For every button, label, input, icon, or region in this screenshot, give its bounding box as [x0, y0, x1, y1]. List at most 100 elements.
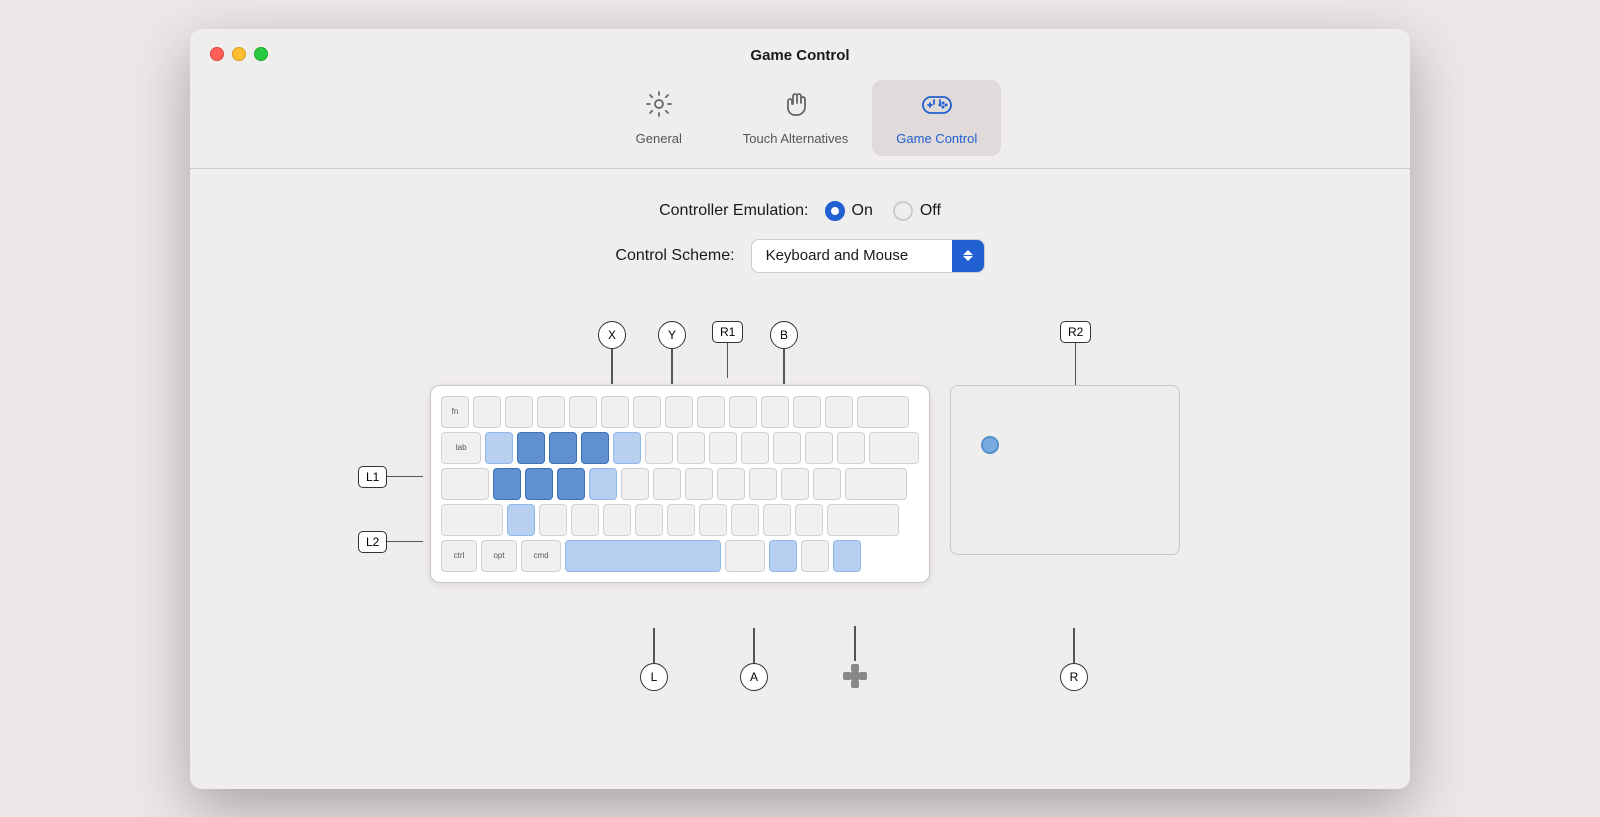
key-10[interactable]: [761, 396, 789, 428]
trackpad-cursor: [981, 436, 999, 454]
key-bracket1[interactable]: [805, 432, 833, 464]
key-n[interactable]: [667, 504, 695, 536]
maximize-button[interactable]: [254, 47, 268, 61]
minimize-button[interactable]: [232, 47, 246, 61]
trackpad[interactable]: [950, 385, 1180, 555]
key-space[interactable]: [565, 540, 721, 572]
key-bracket2[interactable]: [837, 432, 865, 464]
dpad-icon: [840, 661, 870, 691]
radio-off-circle[interactable]: [893, 201, 913, 221]
key-slash[interactable]: [795, 504, 823, 536]
key-lshift[interactable]: [441, 504, 503, 536]
label-b: B: [770, 321, 798, 384]
key-c[interactable]: [571, 504, 599, 536]
key-backspace[interactable]: [857, 396, 909, 428]
key-8[interactable]: [697, 396, 725, 428]
key-u[interactable]: [677, 432, 705, 464]
key-i[interactable]: [709, 432, 737, 464]
key-h[interactable]: [653, 468, 681, 500]
key-11[interactable]: [793, 396, 821, 428]
line-l-top: [653, 628, 655, 663]
tab-gamecontrol[interactable]: Game Control: [872, 80, 1001, 156]
scheme-dropdown-button[interactable]: [952, 240, 984, 272]
key-row-5: ctrl opt cmd: [441, 540, 919, 572]
key-q[interactable]: [485, 432, 513, 464]
key-m[interactable]: [699, 504, 727, 536]
line-a-top: [753, 628, 755, 663]
key-f[interactable]: [589, 468, 617, 500]
key-v[interactable]: [603, 504, 631, 536]
key-2[interactable]: [505, 396, 533, 428]
label-a: A: [740, 628, 768, 691]
key-6[interactable]: [633, 396, 661, 428]
key-12[interactable]: [825, 396, 853, 428]
key-opt[interactable]: opt: [481, 540, 517, 572]
key-p[interactable]: [773, 432, 801, 464]
key-3[interactable]: [537, 396, 565, 428]
key-t[interactable]: [613, 432, 641, 464]
key-a[interactable]: [493, 468, 521, 500]
key-e[interactable]: [549, 432, 577, 464]
key-r[interactable]: [581, 432, 609, 464]
controller-diagram: X Y R1 B R2: [350, 321, 1250, 701]
key-z[interactable]: [507, 504, 535, 536]
key-9[interactable]: [729, 396, 757, 428]
key-arrow-u[interactable]: [801, 540, 829, 572]
key-g[interactable]: [621, 468, 649, 500]
key-o[interactable]: [741, 432, 769, 464]
key-w[interactable]: [517, 432, 545, 464]
key-row-1: fn: [441, 396, 919, 428]
tab-touch[interactable]: Touch Alternatives: [719, 80, 873, 156]
btn-l-circle: L: [640, 663, 668, 691]
scheme-value: Keyboard and Mouse: [752, 241, 952, 270]
key-j[interactable]: [685, 468, 713, 500]
scheme-select[interactable]: Keyboard and Mouse: [751, 239, 985, 273]
key-l[interactable]: [749, 468, 777, 500]
key-rshift[interactable]: [827, 504, 899, 536]
line-y: [671, 349, 673, 384]
emulation-row: Controller Emulation: On Off: [659, 201, 941, 221]
label-l: L: [640, 628, 668, 691]
key-7[interactable]: [665, 396, 693, 428]
key-quote[interactable]: [813, 468, 841, 500]
tab-general[interactable]: General: [599, 80, 719, 156]
radio-on-circle[interactable]: [825, 201, 845, 221]
key-4[interactable]: [569, 396, 597, 428]
key-enter[interactable]: [845, 468, 907, 500]
key-period[interactable]: [763, 504, 791, 536]
key-s[interactable]: [525, 468, 553, 500]
tab-general-label: General: [636, 131, 682, 146]
content-area: Controller Emulation: On Off Control Sch…: [190, 169, 1410, 789]
scheme-row: Control Scheme: Keyboard and Mouse: [615, 239, 984, 273]
key-y[interactable]: [645, 432, 673, 464]
key-cmd-l[interactable]: cmd: [521, 540, 561, 572]
key-ctrl[interactable]: ctrl: [441, 540, 477, 572]
key-tab[interactable]: tab: [441, 432, 481, 464]
key-fn[interactable]: fn: [441, 396, 469, 428]
key-arrow-r[interactable]: [833, 540, 861, 572]
key-cmd-r[interactable]: [725, 540, 765, 572]
key-k[interactable]: [717, 468, 745, 500]
label-r1: R1: [712, 321, 743, 378]
line-x: [611, 349, 613, 384]
key-comma[interactable]: [731, 504, 759, 536]
radio-on[interactable]: On: [825, 201, 873, 221]
key-1[interactable]: [473, 396, 501, 428]
key-b[interactable]: [635, 504, 663, 536]
key-semi[interactable]: [781, 468, 809, 500]
radio-off[interactable]: Off: [893, 201, 941, 221]
key-5[interactable]: [601, 396, 629, 428]
key-arrow-l[interactable]: [769, 540, 797, 572]
chevron-up-icon: [963, 250, 973, 255]
line-l1: [387, 476, 423, 478]
btn-y-circle: Y: [658, 321, 686, 349]
keyboard: fn: [430, 385, 930, 583]
label-r2: R2: [1060, 321, 1091, 388]
key-d[interactable]: [557, 468, 585, 500]
key-x[interactable]: [539, 504, 567, 536]
key-caps[interactable]: [441, 468, 489, 500]
key-return[interactable]: [869, 432, 919, 464]
gamepad-icon: [921, 90, 953, 125]
close-button[interactable]: [210, 47, 224, 61]
gear-icon: [645, 90, 673, 125]
